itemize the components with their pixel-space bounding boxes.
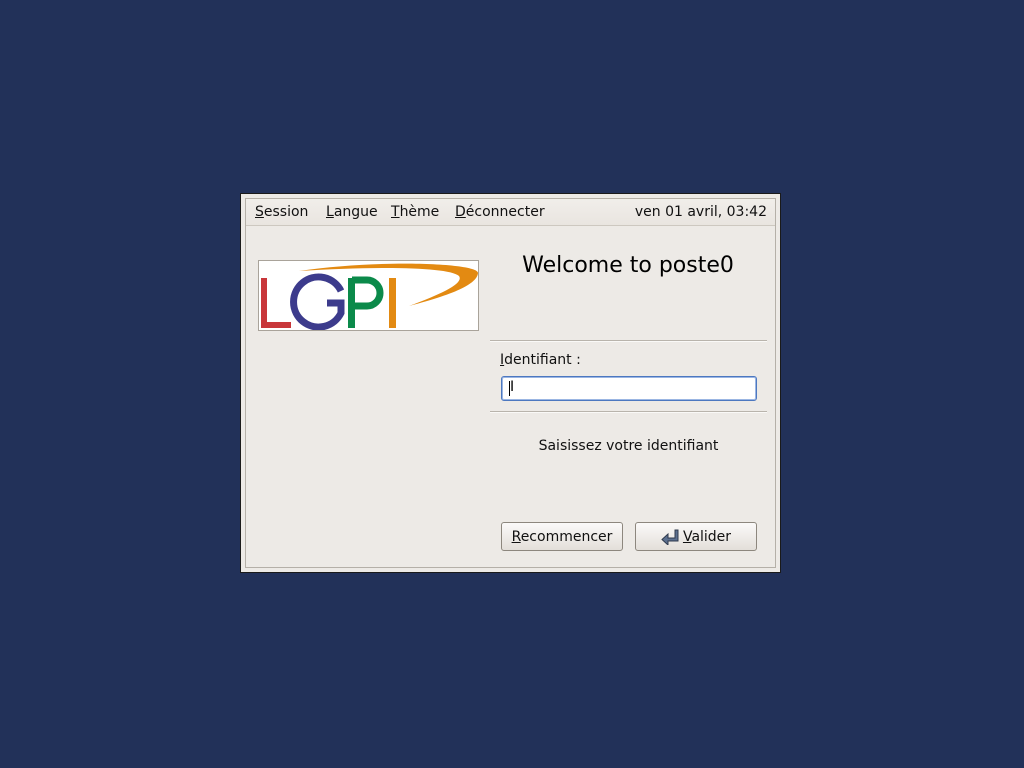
menu-deconnecter-label: éconnecter <box>465 204 545 220</box>
menu-deconnecter[interactable]: Déconnecter <box>455 204 545 220</box>
menubar: Session Langue Thème Déconnecter ven 01 … <box>246 199 775 226</box>
separator-bottom <box>490 411 767 413</box>
lgpi-logo <box>258 260 479 331</box>
menu-session[interactable]: Session <box>255 204 308 220</box>
username-label-text: dentifiant : <box>504 352 581 368</box>
menu-theme[interactable]: Thème <box>391 204 439 220</box>
clock: ven 01 avril, 03:42 <box>634 204 767 220</box>
reset-button-mnemonic: R <box>511 528 521 545</box>
separator-top <box>490 340 767 342</box>
username-label: Identifiant : <box>500 352 581 368</box>
menu-langue-label: angue <box>333 204 378 220</box>
lgpi-logo-image <box>261 263 479 331</box>
username-input[interactable] <box>501 376 757 401</box>
validate-button[interactable]: Valider <box>635 522 757 551</box>
enter-key-icon <box>661 529 679 545</box>
menu-deconnecter-mnemonic: D <box>455 204 466 220</box>
menu-theme-label: hème <box>399 204 440 220</box>
reset-button-content: Recommencer <box>502 523 622 550</box>
reset-button[interactable]: Recommencer <box>501 522 623 551</box>
validate-button-content: Valider <box>636 523 756 550</box>
validate-button-label: alider <box>691 528 732 545</box>
menu-session-label: ession <box>263 204 309 220</box>
login-prompt: Saisissez votre identifiant <box>538 438 719 454</box>
reset-button-label: ecommencer <box>520 528 613 545</box>
login-dialog: Session Langue Thème Déconnecter ven 01 … <box>240 193 781 573</box>
welcome-title: Welcome to poste0 <box>522 253 734 278</box>
menu-session-mnemonic: S <box>255 204 264 220</box>
login-dialog-frame: Session Langue Thème Déconnecter ven 01 … <box>245 198 776 568</box>
menu-langue[interactable]: Langue <box>326 204 378 220</box>
menu-langue-mnemonic: L <box>326 204 334 220</box>
ibeam-cursor-icon: I <box>510 379 515 395</box>
menu-theme-mnemonic: T <box>391 204 400 220</box>
